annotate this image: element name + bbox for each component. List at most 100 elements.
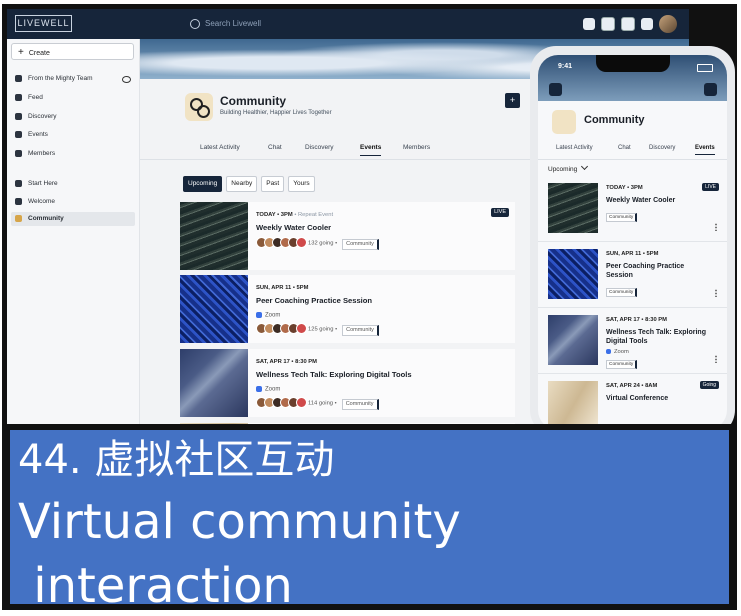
battery-icon [697,64,713,72]
tab-latest-activity[interactable]: Latest Activity [556,145,593,151]
zoom-icon [256,312,262,318]
app-logo[interactable]: LIVEWELL [15,15,72,32]
community-tag: Community [342,324,379,336]
sidebar-item-label: Discovery [28,113,57,120]
more-options-icon[interactable] [715,223,717,231]
event-title: Virtual Conference [606,395,669,402]
sidebar-item-feed[interactable]: Feed [15,91,135,105]
filter-upcoming[interactable]: Upcoming [183,176,223,192]
sidebar-item-mighty-team[interactable]: From the Mighty Team [15,72,135,86]
page-title: Community [220,94,286,108]
bell-icon[interactable] [641,18,653,30]
event-title: Wellness Tech Talk: Exploring Digital To… [256,370,412,379]
chat-icon[interactable] [601,17,615,31]
event-date: TODAY • 3PM [606,185,643,191]
community-logo [185,93,213,121]
sidebar-item-label: Welcome [28,198,55,205]
event-card[interactable]: SUN, APR 11 • 5PM Peer Coaching Practice… [180,275,515,343]
event-location: Zoom [256,386,280,393]
sidebar-item-start-here[interactable]: Start Here [15,177,135,191]
event-date: SUN, APR 11 • 5PM [606,251,659,257]
sidebar-item-community[interactable]: Community [11,212,135,226]
sidebar-item-events[interactable]: Events [15,128,135,142]
filter-yours[interactable]: Yours [288,176,315,192]
more-icon[interactable] [704,83,717,96]
tab-chat[interactable]: Chat [618,145,631,151]
add-button[interactable]: + [505,93,520,108]
phone-event-card[interactable]: TODAY • 3PM Weekly Water Cooler Communit… [538,177,727,242]
event-card[interactable]: SAT, APR 17 • 8:30 PM Wellness Tech Talk… [180,349,515,417]
phone-screen: 9:41 Community Latest Activity Chat Disc… [538,55,727,430]
event-title: Weekly Water Cooler [256,223,332,232]
community-tag: Community [341,398,379,410]
more-options-icon[interactable] [715,355,717,363]
sidebar-item-members[interactable]: Members [15,147,135,161]
event-thumbnail [180,202,248,270]
tab-members[interactable]: Members [403,144,430,151]
search-bar[interactable]: Search Livewell [190,16,490,32]
tab-divider [538,159,727,160]
compass-icon [15,112,22,120]
sidebar-item-label: Start Here [28,180,58,187]
filter-nearby[interactable]: Nearby [226,176,258,192]
going-badge: Going [699,381,719,389]
page-subtitle: Building Healthier, Happier Lives Togeth… [220,110,332,116]
event-card[interactable]: TODAY • 3PM • Repeat Event Weekly Water … [180,202,515,270]
user-avatar[interactable] [659,15,677,33]
more-options-icon[interactable] [715,289,717,297]
sidebar-item-discovery[interactable]: Discovery [15,110,135,124]
notifications-icon[interactable] [621,17,635,31]
event-attendees: 125 going • Community [256,323,379,336]
caret-icon [15,179,22,187]
caption-line-1: 44. 虚拟社区互动 [18,437,335,483]
search-icon [190,18,200,29]
phone-notch [596,55,670,72]
event-location: Zoom [256,312,280,319]
community-icon [15,214,22,222]
event-date: SAT, APR 17 • 8:30 PM [256,359,317,365]
sidebar-item-label: Events [28,131,48,138]
event-date: TODAY • 3PM • Repeat Event [256,212,334,218]
caption-box: 44. 虚拟社区互动 Virtual community interaction [2,424,737,614]
event-title: Weekly Water Cooler [606,197,676,204]
create-button[interactable]: + Create [11,43,134,60]
attendee-avatars [256,323,307,335]
zoom-icon [256,386,262,392]
tab-events[interactable]: Events [695,145,715,155]
event-date: SAT, APR 24 • 8AM [606,383,658,389]
phone-event-card[interactable]: SAT, APR 17 • 8:30 PM Wellness Tech Talk… [538,309,727,374]
filter-past[interactable]: Past [261,176,285,192]
live-badge: LIVE [702,183,719,191]
going-count: 132 going [308,240,334,247]
megaphone-icon [15,74,22,82]
feed-icon [15,93,22,101]
community-tag: Community [606,360,638,369]
event-thumbnail [548,381,598,430]
eye-icon[interactable] [122,76,131,83]
tab-discovery[interactable]: Discovery [305,144,334,151]
sidebar-item-label: Feed [28,94,43,101]
event-thumbnail [180,349,248,417]
slide: LIVEWELL Search Livewell + Create From th… [0,0,741,616]
menu-icon[interactable] [549,83,562,96]
sidebar-item-label: Members [28,150,56,157]
tab-bar: Latest Activity Chat Discovery Events Me… [185,141,525,157]
phone-event-card[interactable]: SAT, APR 24 • 8AM Virtual Conference Goi… [538,375,727,430]
event-thumbnail [548,249,598,299]
tab-events[interactable]: Events [360,144,382,156]
top-actions [583,14,677,34]
tab-discovery[interactable]: Discovery [649,145,675,151]
event-date: SUN, APR 11 • 5PM [256,285,309,291]
create-label: Create [28,50,50,57]
attendee-avatars [256,237,307,249]
caption-line-2: Virtual community [18,494,461,550]
sidebar-item-welcome[interactable]: Welcome [15,195,135,209]
upcoming-dropdown[interactable]: Upcoming [548,162,589,173]
tab-latest-activity[interactable]: Latest Activity [200,144,240,151]
going-count: 125 going [308,326,334,333]
caption-line-3: interaction [18,558,293,614]
phone-event-card[interactable]: SUN, APR 11 • 5PM Peer Coaching Practice… [538,243,727,308]
zoom-icon [606,349,611,354]
tab-chat[interactable]: Chat [268,144,282,151]
apps-icon[interactable] [583,18,595,30]
